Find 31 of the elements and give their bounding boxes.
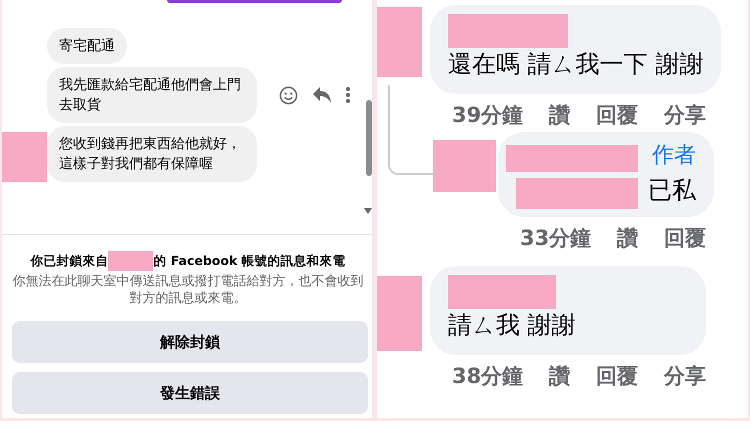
reply-icon[interactable] bbox=[312, 86, 332, 104]
message-bubble: 寄宅配通 bbox=[47, 28, 127, 64]
notice-title: 你已封鎖來自 bbox=[30, 252, 108, 270]
comment-time: 33分鐘 bbox=[520, 224, 592, 252]
comment-action[interactable]: 分享 bbox=[664, 100, 706, 132]
notice-text: 你無法在此聊天室中傳送訊息或撥打電話給對方，也不會收到對方的訊息或來電。 bbox=[12, 273, 364, 307]
comment-action[interactable]: 回覆 bbox=[664, 222, 706, 254]
comment-time: 38分鐘 bbox=[452, 363, 524, 390]
comment-action[interactable]: 回覆 bbox=[596, 100, 638, 132]
comment-action[interactable]: 回覆 bbox=[596, 361, 638, 392]
author-label: 作者 bbox=[652, 142, 696, 170]
comment-text: 已私 bbox=[648, 175, 696, 206]
message-bubble: 您收到錢再把東西給他就好，這樣子對我們都有保障喔 bbox=[47, 126, 257, 182]
comment-action[interactable]: 讚 bbox=[617, 222, 638, 254]
comment-action[interactable]: 讚 bbox=[549, 361, 570, 392]
scroll-down-arrow-icon[interactable] bbox=[364, 208, 372, 214]
redaction-block bbox=[377, 7, 422, 77]
scrollbar-thumb[interactable] bbox=[366, 100, 372, 176]
notice-title: 的 Facebook 帳號的訊息和來電 bbox=[153, 252, 346, 270]
comment-text: 還在嗎 請ㄙ我一下 謝謝 bbox=[448, 49, 704, 80]
redaction-block bbox=[433, 140, 496, 192]
comment-action[interactable]: 讚 bbox=[549, 100, 570, 132]
comment-time: 39分鐘 bbox=[452, 102, 524, 129]
action-button[interactable]: 發生錯誤 bbox=[12, 372, 368, 414]
redaction-block bbox=[108, 251, 154, 271]
action-button[interactable]: 解除封鎖 bbox=[12, 321, 368, 363]
more-icon[interactable] bbox=[346, 87, 350, 103]
message-bubble: 我先匯款給宅配通他們會上門去取貨 bbox=[47, 67, 257, 123]
comment-text: 請ㄙ我 謝謝 bbox=[448, 310, 576, 341]
comment-action[interactable]: 分享 bbox=[664, 361, 706, 392]
emoji-icon[interactable] bbox=[279, 86, 298, 104]
